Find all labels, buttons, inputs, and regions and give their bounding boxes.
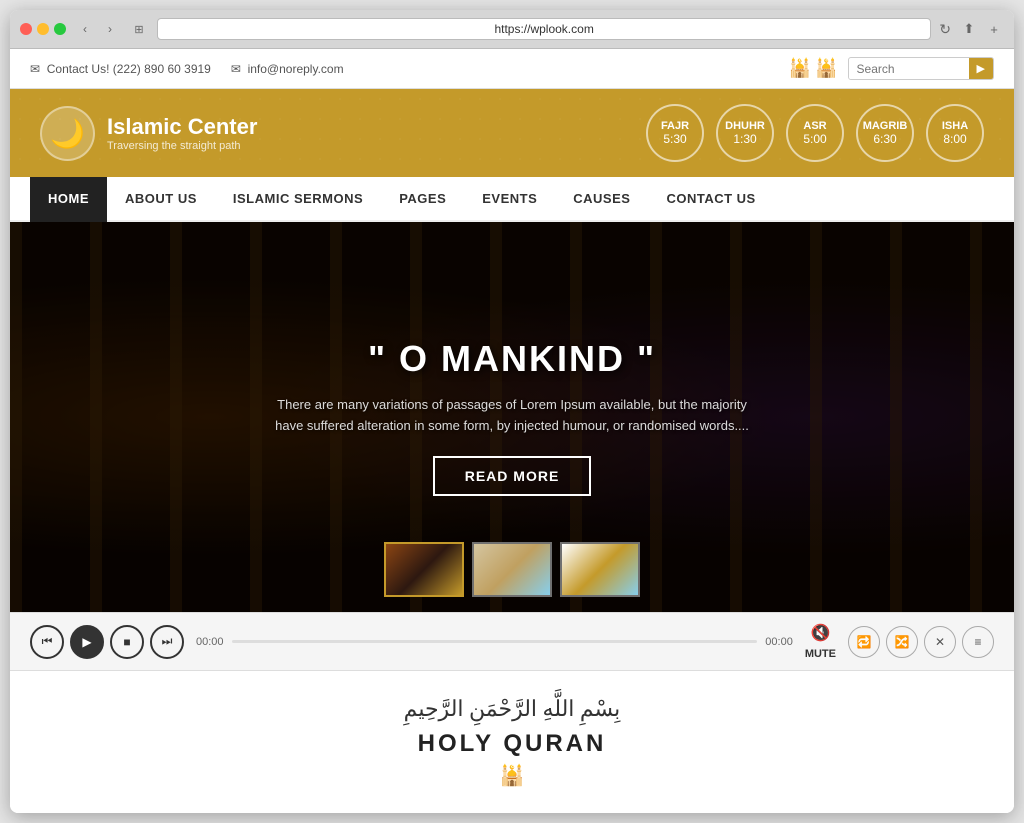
main-nav: HOME ABOUT US ISLAMIC SERMONS PAGES EVEN… [10,177,1014,222]
browser-chrome: ‹ › ⊞ https://wplook.com ↻ ⬆ + [10,10,1014,49]
quran-section: بِسْمِ اللَّهِ الرَّحْمَنِ الرَّحِيمِ HO… [10,671,1014,813]
mosque-icons: 🕌 🕌 [789,58,838,79]
reload-icon[interactable]: ↻ [939,21,951,38]
nav-item-causes[interactable]: CAUSES [555,177,648,222]
contact-email: ✉ info@noreply.com [231,62,344,76]
shuffle-button[interactable]: 🔀 [886,626,918,658]
mute-label: MUTE [805,648,836,660]
maximize-button[interactable] [54,23,66,35]
nav-item-contact[interactable]: CONTACT US [648,177,773,222]
traffic-lights [20,23,66,35]
close-player-button[interactable]: ✕ [924,626,956,658]
search-box[interactable]: ▶ [848,57,994,80]
window-resize-button[interactable]: ⊞ [129,19,149,39]
browser-nav-buttons: ‹ › [74,18,121,40]
prayer-dhuhr: DHUHR 1:30 [716,104,774,162]
minimize-button[interactable] [37,23,49,35]
hero-quote: " O MANKIND " [262,338,762,380]
hero-description: There are many variations of passages of… [262,395,762,437]
mosque-icon-2: 🕌 [815,58,837,79]
nav-item-sermons[interactable]: ISLAMIC SERMONS [215,177,381,222]
close-button[interactable] [20,23,32,35]
share-button[interactable]: ⬆ [959,19,979,39]
prayer-isha: ISHA 8:00 [926,104,984,162]
new-tab-button[interactable]: + [984,19,1004,39]
hero-content: " O MANKIND " There are many variations … [262,338,762,497]
nav-item-events[interactable]: EVENTS [464,177,555,222]
site-tagline: Traversing the straight path [107,140,257,152]
email-icon-2: ✉ [231,62,241,76]
arabic-text: بِسْمِ اللَّهِ الرَّحْمَنِ الرَّحِيمِ [35,696,989,722]
top-info-bar: ✉ Contact Us! (222) 890 60 3919 ✉ info@n… [10,49,1014,89]
repeat-button[interactable]: 🔁 [848,626,880,658]
contact-info: ✉ Contact Us! (222) 890 60 3919 ✉ info@n… [30,62,344,76]
mute-section: 🔇 MUTE [805,623,836,660]
thumb-1[interactable] [384,542,464,597]
next-button[interactable]: ⏭ [150,625,184,659]
play-button[interactable]: ▶ [70,625,104,659]
prayer-times: FAJR 5:30 DHUHR 1:30 ASR 5:00 MAGRIB 6:3… [646,104,984,162]
playlist-button[interactable]: ≡ [962,626,994,658]
quran-mosque-icon: 🕌 [35,763,989,788]
email-icon: ✉ [30,62,40,76]
address-bar[interactable]: https://wplook.com [157,18,931,40]
nav-item-about[interactable]: ABOUT US [107,177,215,222]
search-input[interactable] [849,59,969,79]
prayer-magrib: MAGRIB 6:30 [856,104,914,162]
site-header: 🌙 Islamic Center Traversing the straight… [10,89,1014,177]
contact-phone: ✉ Contact Us! (222) 890 60 3919 [30,62,211,76]
top-bar-right: 🕌 🕌 ▶ [789,57,994,80]
thumb-3[interactable] [560,542,640,597]
mosque-icon-1: 🕌 [789,58,811,79]
back-button[interactable]: ‹ [74,18,96,40]
stop-button[interactable]: ■ [110,625,144,659]
hero-section: " O MANKIND " There are many variations … [10,222,1014,612]
time-end: 00:00 [765,636,793,648]
browser-actions: ⬆ + [959,19,1004,39]
time-start: 00:00 [196,636,224,648]
prayer-asr: ASR 5:00 [786,104,844,162]
logo-text: Islamic Center Traversing the straight p… [107,114,257,152]
search-button[interactable]: ▶ [969,58,993,79]
volume-icon: 🔇 [810,623,830,643]
prev-button[interactable]: ⏮ [30,625,64,659]
thumbnail-strip [384,542,640,597]
media-player: ⏮ ▶ ■ ⏭ 00:00 00:00 🔇 MUTE 🔁 🔀 ✕ ≡ [10,612,1014,671]
thumb-image-3 [562,544,638,595]
thumb-2[interactable] [472,542,552,597]
logo-icon: 🌙 [40,106,95,161]
nav-item-pages[interactable]: PAGES [381,177,464,222]
forward-button[interactable]: › [99,18,121,40]
site-name: Islamic Center [107,114,257,140]
progress-area: 00:00 00:00 [196,636,793,648]
prayer-fajr: FAJR 5:30 [646,104,704,162]
extra-controls: 🔁 🔀 ✕ ≡ [848,626,994,658]
logo-area: 🌙 Islamic Center Traversing the straight… [40,106,257,161]
player-controls: ⏮ ▶ ■ ⏭ [30,625,184,659]
read-more-button[interactable]: READ MORE [433,456,592,496]
holy-quran-title: HOLY QURAN [35,730,989,758]
progress-bar[interactable] [232,640,758,643]
nav-item-home[interactable]: HOME [30,177,107,222]
thumb-image-2 [474,544,550,595]
thumb-image-1 [386,544,462,595]
